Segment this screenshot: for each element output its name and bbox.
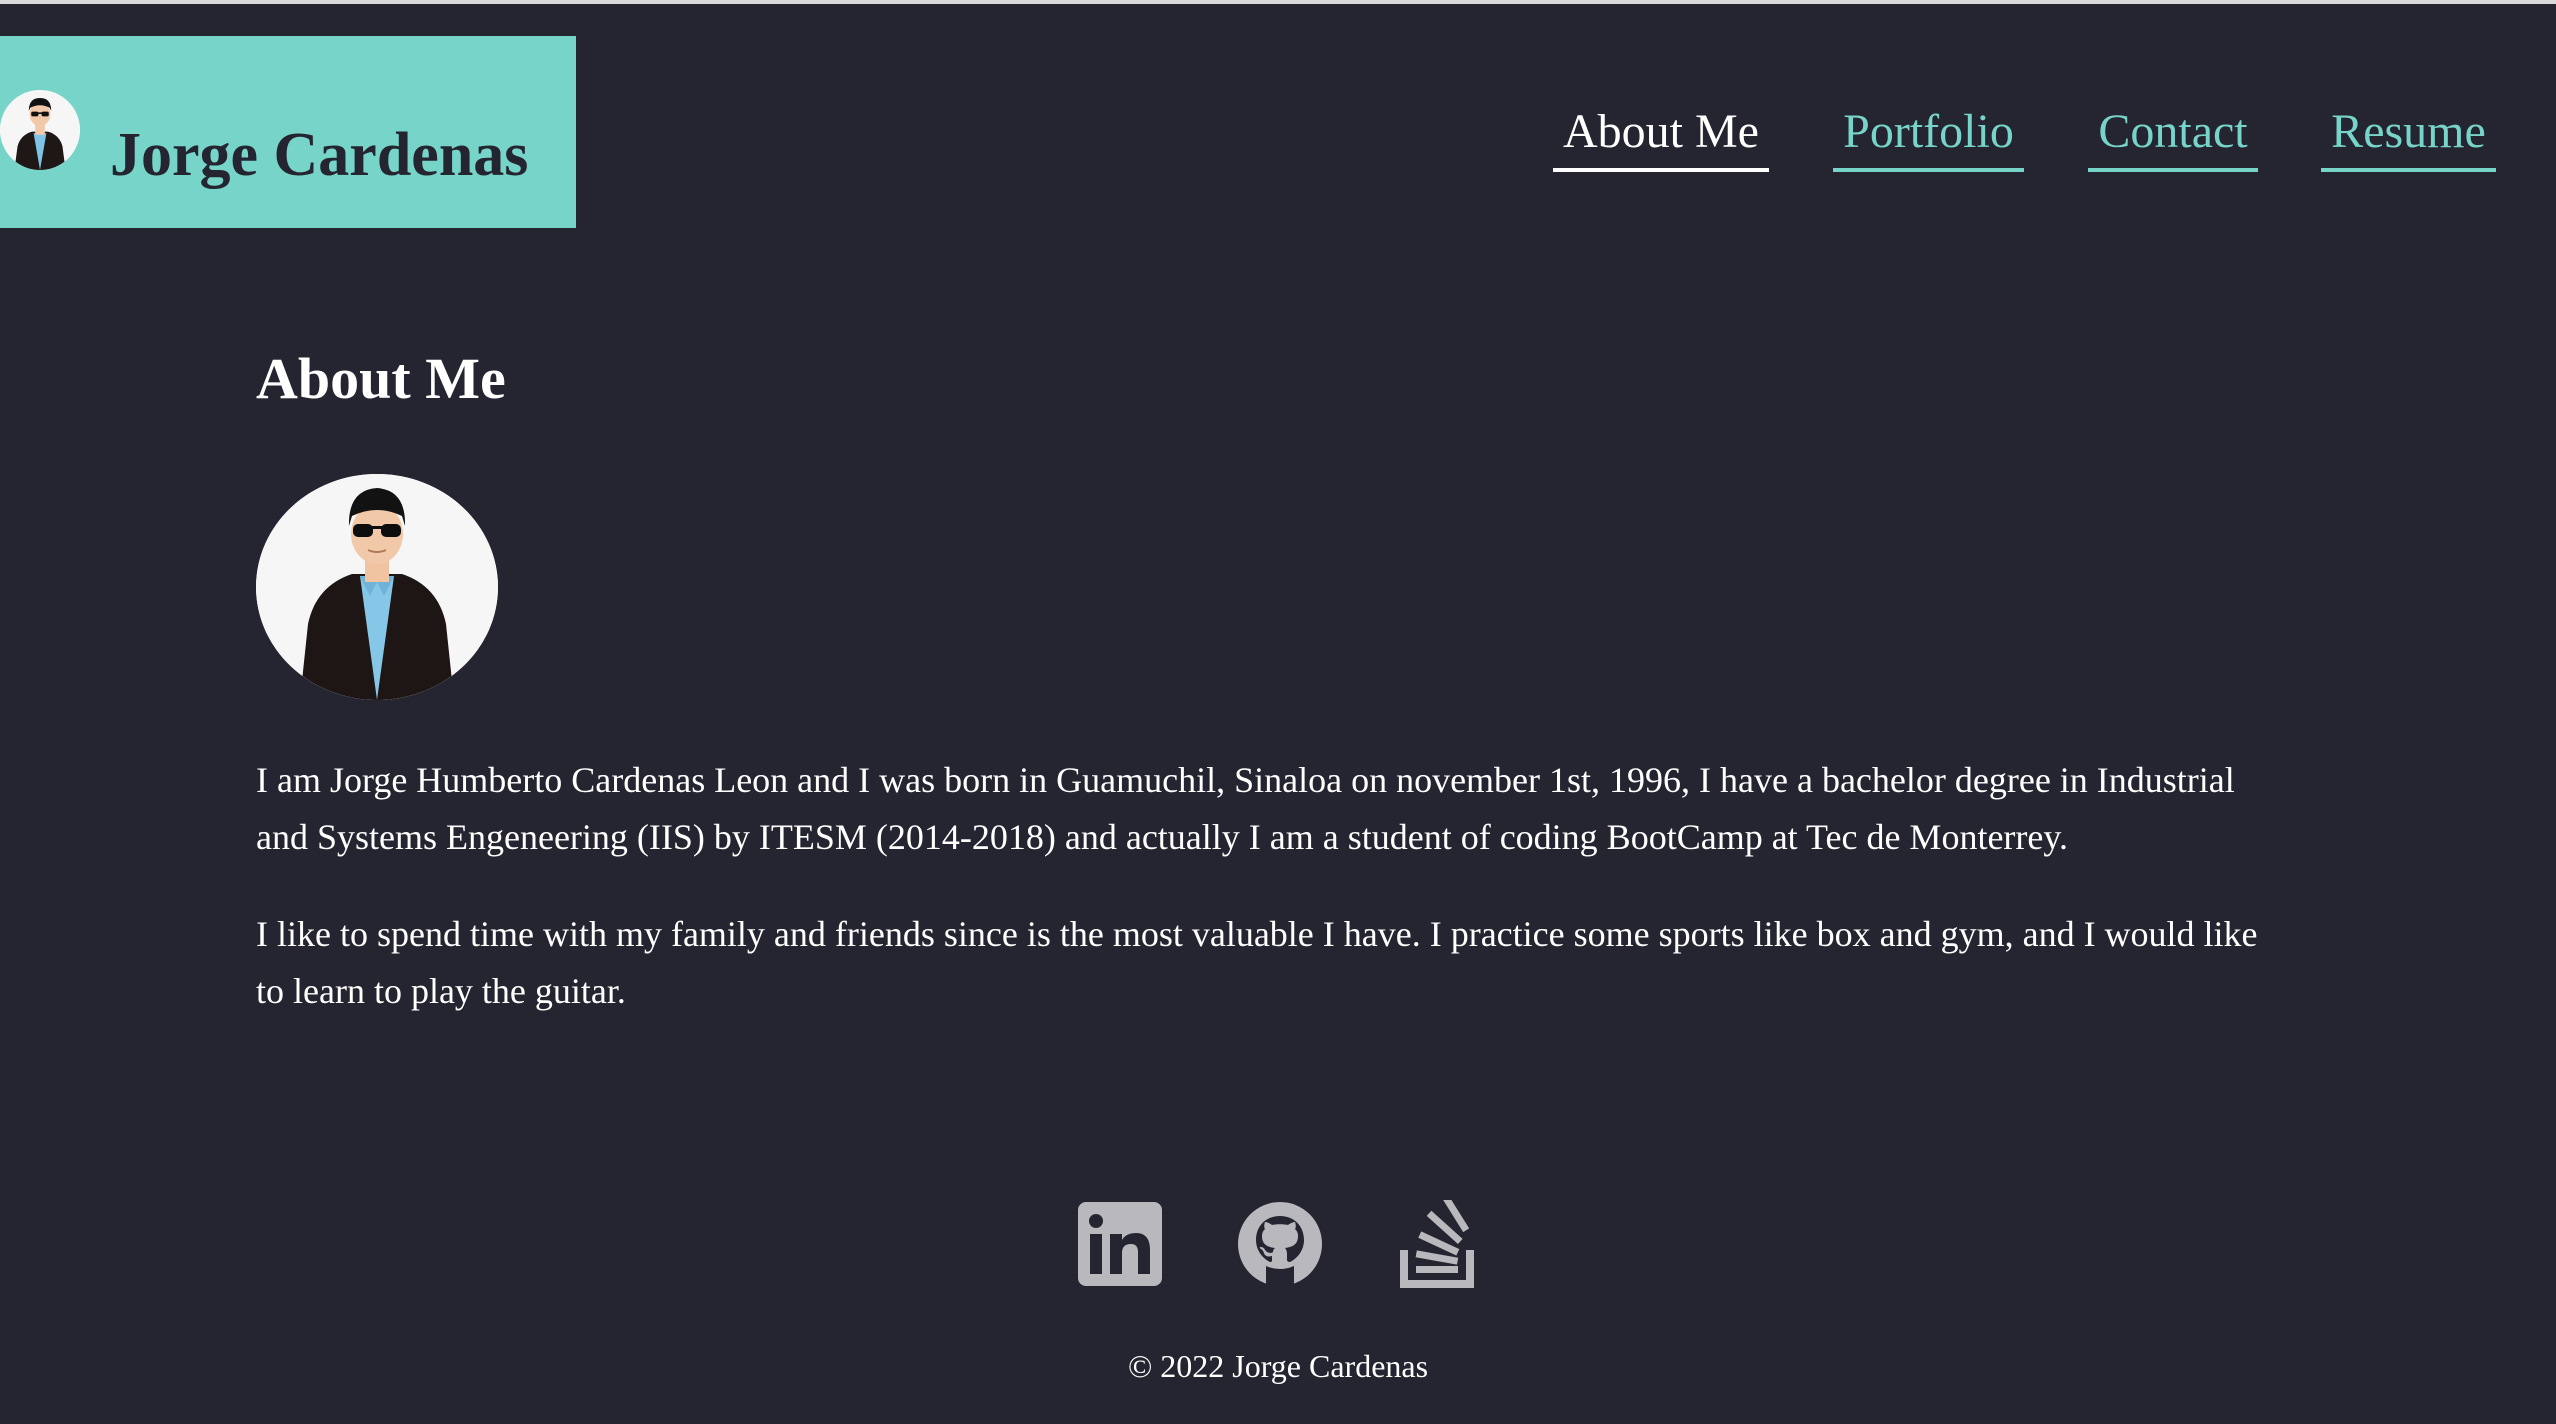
main-nav: About Me Portfolio Contact Resume	[0, 96, 2556, 176]
footer-copyright: © 2022 Jorge Cardenas	[1127, 1348, 1429, 1384]
profile-picture	[256, 474, 498, 700]
github-icon	[1238, 1202, 1322, 1286]
top-border	[0, 0, 2556, 4]
stackoverflow-link[interactable]	[1396, 1194, 1484, 1288]
github-link[interactable]	[1236, 1200, 1324, 1288]
linkedin-link[interactable]	[1076, 1200, 1164, 1288]
bio-text: I am Jorge Humberto Cardenas Leon and I …	[256, 752, 2266, 1060]
linkedin-icon	[1078, 1202, 1162, 1286]
nav-resume[interactable]: Resume	[2321, 108, 2496, 172]
social-links	[0, 1194, 2556, 1290]
section-title: About Me	[256, 346, 506, 411]
bio-paragraph: I am Jorge Humberto Cardenas Leon and I …	[256, 760, 2235, 857]
nav-about-me[interactable]: About Me	[1553, 108, 1769, 172]
stackoverflow-icon	[1400, 1194, 1474, 1288]
nav-portfolio[interactable]: Portfolio	[1833, 108, 2024, 172]
profile-illustration-icon	[256, 474, 498, 700]
nav-contact[interactable]: Contact	[2088, 108, 2258, 172]
bio-paragraph: I like to spend time with my family and …	[256, 914, 2258, 1011]
